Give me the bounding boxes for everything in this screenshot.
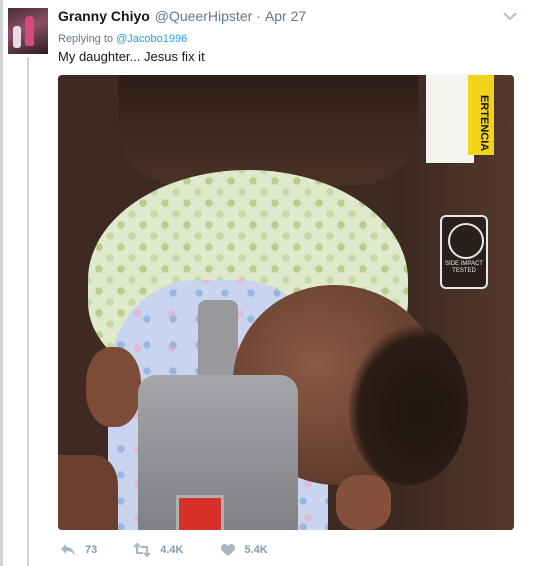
tweet-date[interactable]: Apr 27 — [265, 8, 306, 24]
baby-hair — [348, 325, 468, 485]
buckle-release-button — [176, 495, 224, 530]
reply-button[interactable]: 73 — [60, 543, 97, 557]
tweet-photo[interactable]: ERTENCIA SIDE IMPACT TESTED — [58, 75, 514, 530]
author-handle[interactable]: @QueerHipster — [155, 8, 252, 24]
warning-label-text: ERTENCIA — [478, 95, 490, 152]
baby-toes — [336, 475, 391, 530]
retweet-count: 4.4K — [160, 544, 184, 556]
warning-label: ERTENCIA — [468, 75, 494, 155]
warning-sticker — [426, 75, 474, 163]
retweet-button[interactable]: 4.4K — [133, 543, 184, 557]
replying-to: Replying to @Jacobo1996 — [58, 33, 187, 45]
reply-count: 73 — [85, 544, 98, 556]
like-count: 5.4K — [244, 544, 268, 556]
car-seat-top — [118, 75, 418, 185]
replying-to-label: Replying to — [58, 33, 114, 45]
replying-to-mention[interactable]: @Jacobo1996 — [116, 33, 187, 45]
chevron-down-icon[interactable] — [502, 10, 518, 22]
reply-icon — [61, 544, 75, 556]
avatar[interactable] — [8, 8, 48, 54]
tweet-actions: 73 4.4K 5.4K — [60, 540, 304, 560]
window-edge — [0, 0, 3, 566]
separator-dot: · — [256, 8, 261, 24]
baby-hand — [86, 347, 141, 427]
retweet-icon — [133, 543, 151, 557]
like-button[interactable]: 5.4K — [220, 543, 268, 557]
author-name[interactable]: Granny Chiyo — [58, 8, 150, 24]
side-impact-badge: SIDE IMPACT TESTED — [440, 215, 488, 289]
heart-icon — [220, 544, 235, 556]
tweet-text: My daughter... Jesus fix it — [58, 49, 205, 64]
side-impact-text: SIDE IMPACT TESTED — [445, 261, 483, 274]
tweet-header: Granny Chiyo @QueerHipster · Apr 27 — [58, 8, 306, 28]
thread-line — [27, 57, 29, 566]
baby-foot — [58, 455, 118, 530]
